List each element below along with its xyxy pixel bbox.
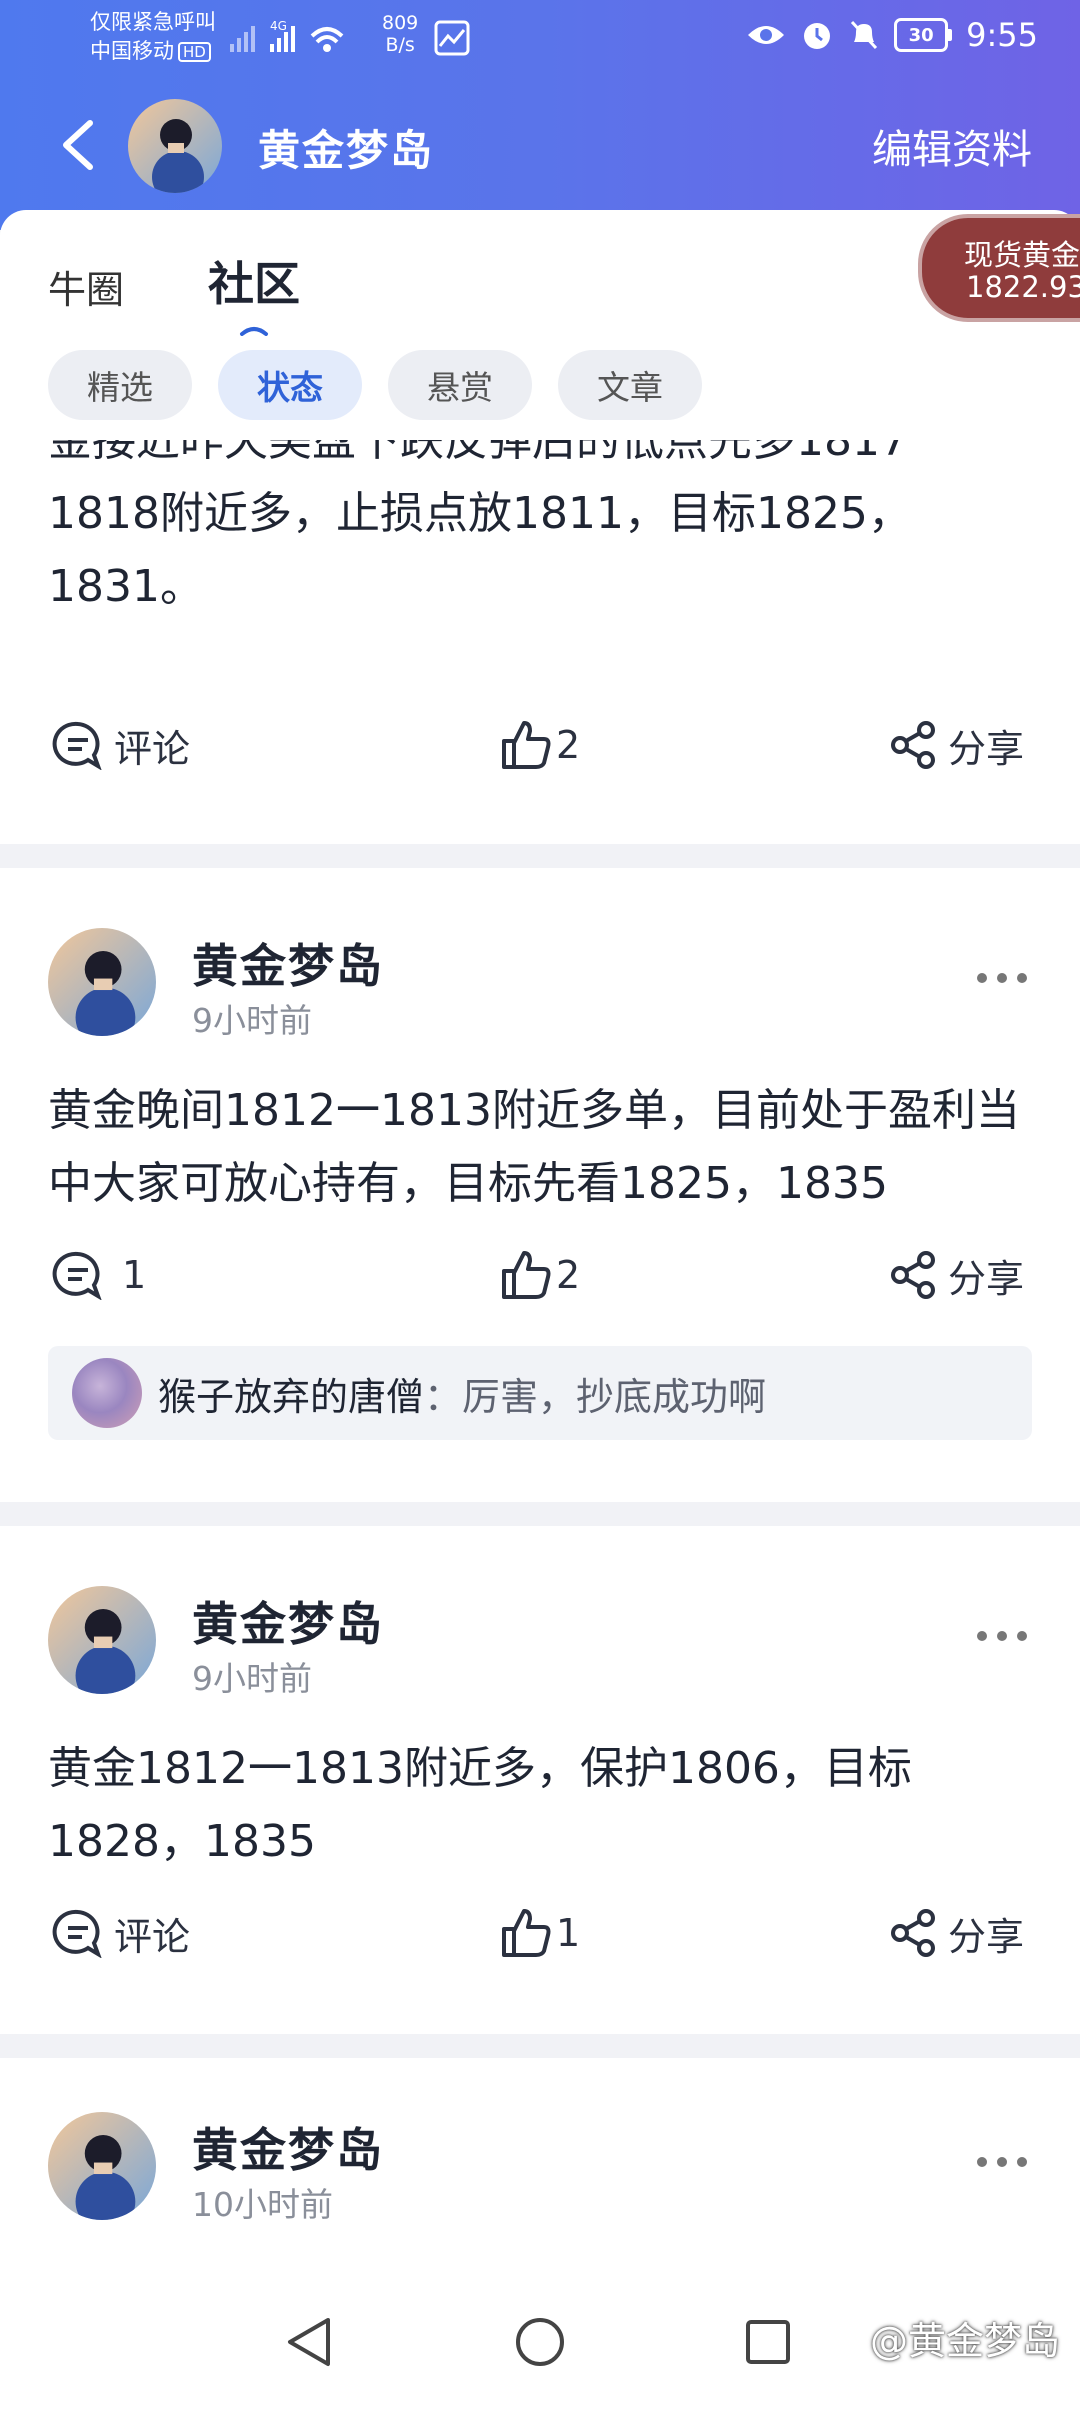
comment-body: 厉害，抄底成功啊 <box>462 1375 767 1419</box>
share-icon <box>891 1909 935 1957</box>
edit-profile-button[interactable]: 编辑资料 <box>872 117 1032 175</box>
main-tabs: 牛圈 社区 <box>48 248 301 336</box>
comment-icon <box>52 1909 102 1958</box>
author-avatar[interactable] <box>48 1586 156 1694</box>
author-avatar[interactable] <box>48 928 156 1036</box>
thumbs-up-icon <box>502 1251 551 1299</box>
status-icons: 30 9:55 <box>746 16 1038 54</box>
post-divider <box>0 1502 1080 1526</box>
thumbs-up-icon <box>502 721 551 769</box>
share-button[interactable]: 分享 <box>888 1898 1024 1968</box>
clock: 9:55 <box>966 16 1038 54</box>
watermark: @黄金梦岛 <box>869 2319 1060 2363</box>
comment-text: 猴子放弃的唐僧：厉害，抄底成功啊 <box>158 1375 767 1419</box>
more-options-icon[interactable] <box>974 970 1030 986</box>
emergency-only-text: 仅限紧急呼叫 <box>90 10 216 34</box>
post-divider <box>0 844 1080 868</box>
share-icon <box>891 1251 935 1299</box>
comment-icon <box>52 1251 102 1300</box>
carrier-name: 中国移动 <box>90 39 174 63</box>
author-name[interactable]: 黄金梦岛 <box>192 930 384 996</box>
tab-niuquan[interactable]: 牛圈 <box>48 259 124 314</box>
post-actions: 评论 1 分享 <box>0 1898 1080 1968</box>
back-button[interactable] <box>58 119 98 171</box>
post-time: 9小时前 <box>192 1001 312 1040</box>
eye-icon <box>748 26 785 44</box>
profile-avatar[interactable] <box>128 99 222 193</box>
status-bar: 仅限紧急呼叫 中国移动 HD 4G 809 B/s 30 9:55 <box>0 0 1080 78</box>
author-name[interactable]: 黄金梦岛 <box>192 2114 384 2180</box>
battery-icon: 30 <box>894 18 953 52</box>
price-value: 1822.93 <box>966 270 1080 304</box>
thumbs-up-icon <box>502 1909 551 1957</box>
post-text: 金接近昨天美盘下跌反弹后的低点先多1817一1818附近多，止损点放1811，目… <box>48 440 952 612</box>
comment-button[interactable]: 1 <box>52 1240 146 1310</box>
post-text: 黄金1812一1813附近多，保护1806，目标1828，1835 <box>48 1743 912 1867</box>
comment-button[interactable]: 评论 <box>52 710 190 780</box>
tab-community-label: 社区 <box>208 257 301 311</box>
carrier-info: 仅限紧急呼叫 中国移动 HD <box>90 8 216 66</box>
post-time: 9小时前 <box>192 1659 312 1698</box>
network-type: 4G <box>270 19 287 33</box>
filter-chips: 精选 状态 悬赏 文章 <box>48 350 702 420</box>
mute-bell-icon <box>851 20 878 50</box>
share-icon <box>891 721 935 769</box>
like-button[interactable]: 2 <box>500 710 580 780</box>
commenter-avatar <box>72 1358 142 1428</box>
net-speed: 809 B/s <box>382 12 419 56</box>
signal-icon: 4G <box>230 18 370 62</box>
like-button[interactable]: 1 <box>500 1898 580 1968</box>
like-button[interactable]: 2 <box>500 1240 580 1310</box>
chip-featured[interactable]: 精选 <box>48 350 192 420</box>
back-nav-icon[interactable] <box>284 2316 334 2368</box>
comment-preview[interactable]: 猴子放弃的唐僧：厉害，抄底成功啊 <box>48 1346 1032 1440</box>
home-nav-icon[interactable] <box>514 2316 566 2368</box>
chip-bounty[interactable]: 悬赏 <box>388 350 532 420</box>
post-actions: 评论 2 分享 <box>0 710 1080 780</box>
post-text: 黄金晚间1812一1813附近多单，目前处于盈利当中大家可放心持有，目标先看18… <box>48 1085 1020 1209</box>
active-tab-indicator <box>240 327 269 336</box>
more-options-icon[interactable] <box>974 1628 1030 1644</box>
comment-icon <box>52 721 102 770</box>
nav-bar: 黄金梦岛 编辑资料 <box>0 95 1080 195</box>
recents-nav-icon[interactable] <box>744 2318 792 2366</box>
post-actions: 1 2 分享 <box>0 1240 1080 1310</box>
comment-button[interactable]: 评论 <box>52 1898 190 1968</box>
alarm-icon <box>804 23 831 49</box>
more-options-icon[interactable] <box>974 2154 1030 2170</box>
chip-articles[interactable]: 文章 <box>558 350 702 420</box>
tab-community[interactable]: 社区 <box>208 248 301 336</box>
post-divider <box>0 2034 1080 2058</box>
post-feed[interactable]: 金接近昨天美盘下跌反弹后的低点先多1817一1818附近多，止损点放1811，目… <box>0 440 1080 2280</box>
share-button[interactable]: 分享 <box>888 1240 1024 1310</box>
author-name[interactable]: 黄金梦岛 <box>192 1588 384 1654</box>
chip-status[interactable]: 状态 <box>218 350 362 420</box>
post-time: 10小时前 <box>192 2185 333 2224</box>
spot-gold-price-bubble[interactable]: 现货黄金 1822.93 <box>918 214 1080 322</box>
hd-badge: HD <box>178 42 211 62</box>
commenter-name: 猴子放弃的唐僧 <box>158 1375 425 1419</box>
profile-name: 黄金梦岛 <box>258 126 435 175</box>
chevron-left-icon <box>63 120 93 170</box>
share-button[interactable]: 分享 <box>888 710 1024 780</box>
author-avatar[interactable] <box>48 2112 156 2220</box>
price-label: 现货黄金 <box>964 238 1080 272</box>
stock-app-icon <box>434 20 470 60</box>
